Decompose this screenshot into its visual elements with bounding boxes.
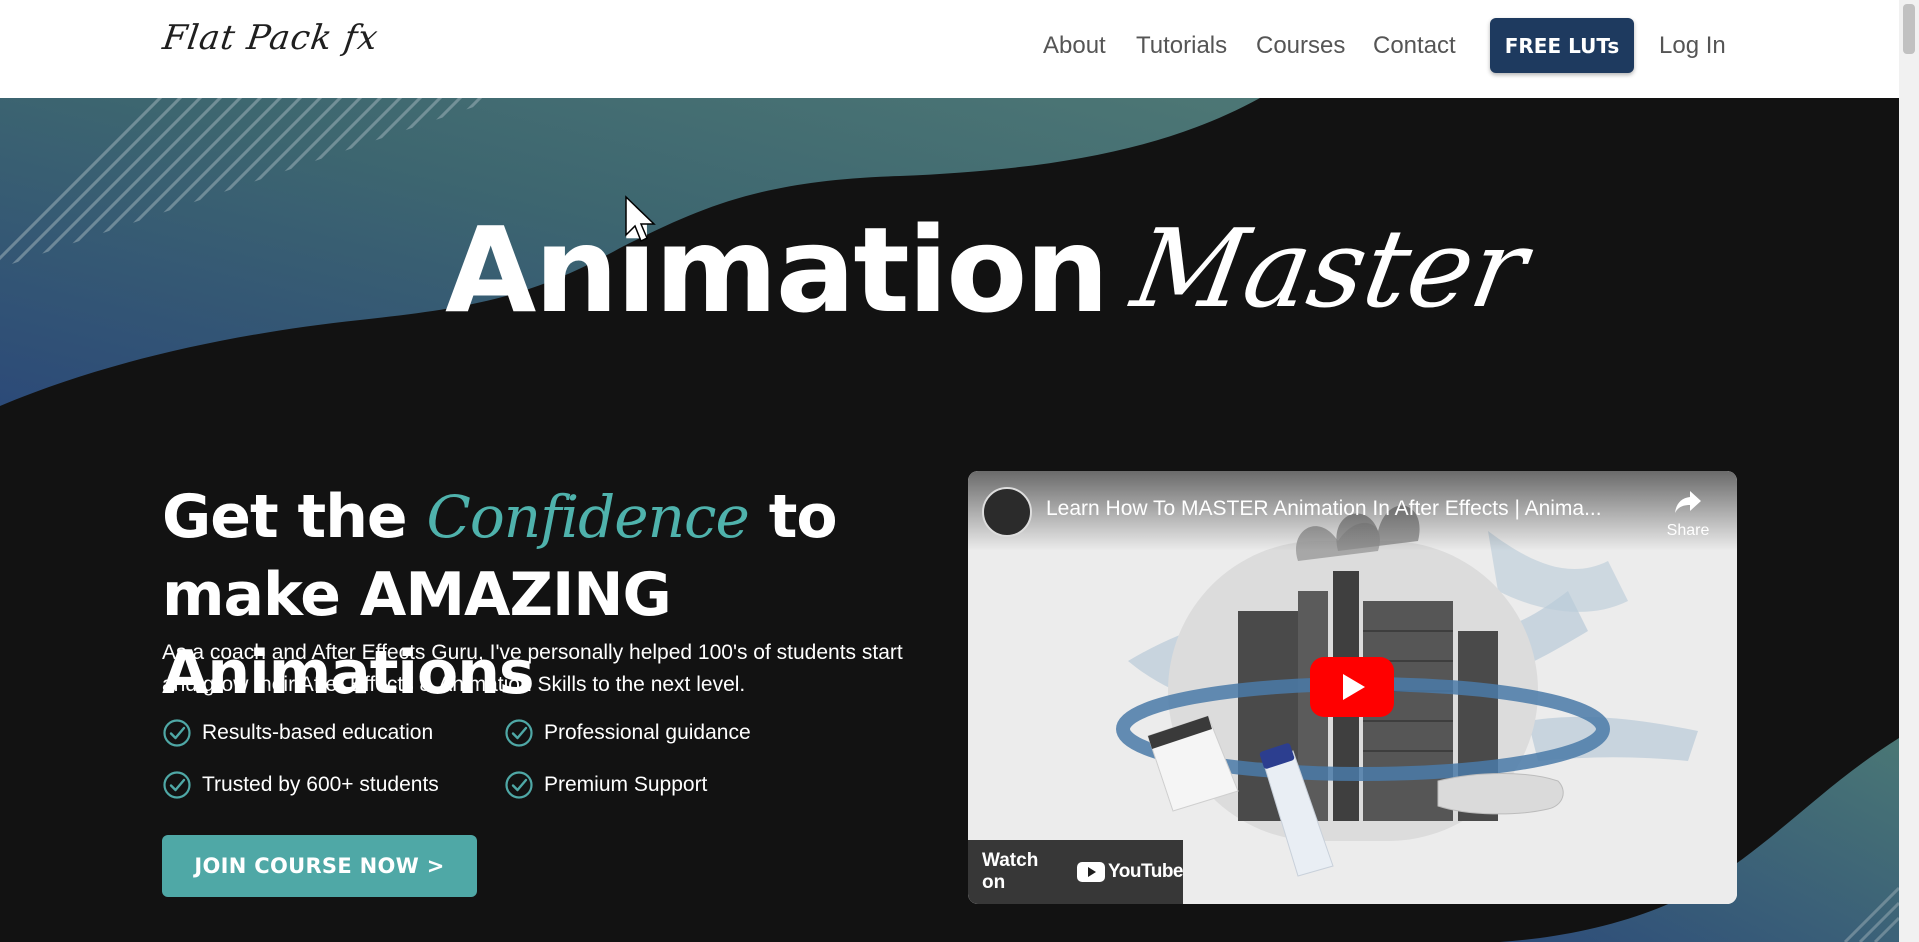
join-course-button[interactable]: JOIN COURSE NOW >: [162, 835, 477, 897]
scrollbar-thumb[interactable]: [1903, 4, 1915, 54]
nav-tutorials[interactable]: Tutorials: [1136, 32, 1227, 60]
feature-item: Trusted by 600+ students: [162, 770, 439, 800]
mouse-cursor-icon: [625, 195, 656, 243]
free-luts-button[interactable]: FREE LUTs: [1490, 18, 1634, 73]
play-button-icon[interactable]: [1310, 657, 1394, 717]
watch-on-youtube-button[interactable]: Watch on YouTube: [968, 840, 1183, 904]
video-embed[interactable]: Learn How To MASTER Animation In After E…: [968, 471, 1737, 904]
share-arrow-icon: [1675, 491, 1701, 513]
nav-contact[interactable]: Contact: [1373, 32, 1456, 60]
share-button[interactable]: Share: [1658, 489, 1718, 540]
feature-label: Professional guidance: [544, 721, 751, 744]
share-label: Share: [1666, 522, 1710, 539]
watch-on-label: Watch on: [982, 850, 1039, 893]
headline-highlight: Confidence: [426, 483, 750, 551]
channel-avatar[interactable]: [982, 487, 1032, 537]
site-header: Flat Pack fx About Tutorials Courses Con…: [0, 0, 1899, 98]
headline-before: Get the: [162, 482, 408, 552]
page-scrollbar[interactable]: [1899, 0, 1919, 942]
title-main-word: Animation: [445, 201, 1109, 339]
check-circle-icon: [163, 771, 191, 799]
video-title[interactable]: Learn How To MASTER Animation In After E…: [1046, 497, 1602, 521]
hero-description: As a coach and After Effects Guru, I've …: [162, 641, 903, 696]
check-circle-icon: [505, 719, 533, 747]
feature-item: Results-based education: [162, 718, 433, 748]
feature-item: Premium Support: [504, 770, 707, 800]
check-circle-icon: [163, 719, 191, 747]
youtube-icon: [1077, 862, 1106, 882]
feature-label: Results-based education: [202, 721, 434, 744]
nav-about[interactable]: About: [1043, 32, 1106, 60]
feature-item: Professional guidance: [504, 718, 751, 748]
feature-label: Premium Support: [544, 773, 708, 796]
title-script-word: Master: [1124, 207, 1536, 332]
feature-list: Results-based education Professional gui…: [162, 718, 862, 828]
nav-courses[interactable]: Courses: [1256, 32, 1345, 60]
feature-label: Trusted by 600+ students: [202, 773, 439, 796]
youtube-wordmark: YouTube: [1108, 861, 1183, 882]
youtube-logo: YouTube: [1077, 861, 1183, 883]
login-link[interactable]: Log In: [1659, 32, 1726, 60]
check-circle-icon: [505, 771, 533, 799]
